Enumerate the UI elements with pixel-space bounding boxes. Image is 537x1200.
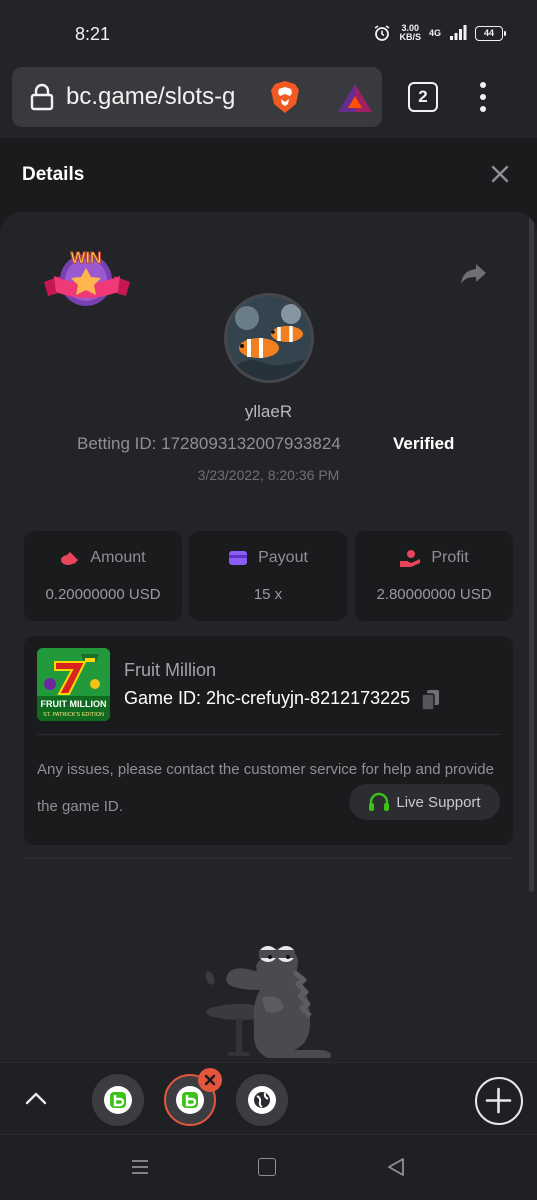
globe-icon bbox=[248, 1086, 276, 1114]
game-thumbnail[interactable]: FRUIT MILLION ST. PATRICK'S EDITION bbox=[37, 648, 110, 721]
page-title: Details bbox=[22, 164, 85, 185]
verified-link[interactable]: Verified bbox=[393, 434, 454, 454]
stat-profit: Profit 2.80000000 USD bbox=[355, 531, 513, 621]
address-bar[interactable]: bc.game/slots-g bbox=[12, 67, 382, 127]
win-badge-text: WIN bbox=[70, 250, 101, 267]
thumb-subtitle: ST. PATRICK'S EDITION bbox=[43, 712, 104, 718]
live-support-button[interactable]: Live Support bbox=[349, 784, 500, 820]
chevron-up-icon bbox=[25, 1092, 47, 1105]
battery-icon: 44 bbox=[475, 25, 506, 41]
more-menu-button[interactable] bbox=[476, 82, 490, 112]
bet-details-card: WIN yllaeR Betting ID: 17280931320079338… bbox=[0, 212, 537, 1062]
stat-profit-label: Profit bbox=[431, 549, 469, 566]
status-bar: 8:21 3.00 KB/S 4G 44 bbox=[0, 0, 537, 66]
status-icons: 3.00 KB/S 4G 44 bbox=[373, 24, 506, 42]
home-button[interactable] bbox=[258, 1158, 276, 1176]
new-tab-button[interactable] bbox=[475, 1077, 523, 1125]
plus-icon bbox=[485, 1087, 512, 1114]
brave-shield-icon[interactable] bbox=[268, 79, 302, 120]
divider bbox=[37, 734, 500, 735]
close-icon bbox=[491, 165, 509, 183]
share-button[interactable] bbox=[460, 262, 488, 291]
coins-icon bbox=[61, 552, 79, 565]
browser-toolbar: bc.game/slots-g 2 bbox=[0, 66, 537, 138]
divider bbox=[24, 857, 513, 859]
stat-payout-header: Payout bbox=[189, 549, 347, 567]
betting-id: Betting ID: 1728093132007933824 bbox=[77, 434, 341, 453]
close-button[interactable] bbox=[488, 162, 512, 186]
scrollbar[interactable] bbox=[529, 212, 534, 892]
back-button[interactable] bbox=[386, 1157, 406, 1182]
tab-bar bbox=[0, 1062, 537, 1134]
stat-amount: Amount 0.20000000 USD bbox=[24, 531, 182, 621]
tab-bcgame-1[interactable] bbox=[92, 1074, 144, 1126]
headset-icon bbox=[369, 792, 390, 811]
live-support-label: Live Support bbox=[396, 793, 481, 811]
fruit-million-thumbnail-image: FRUIT MILLION ST. PATRICK'S EDITION bbox=[37, 648, 110, 721]
bcgame-favicon-icon bbox=[176, 1086, 204, 1114]
stat-amount-header: Amount bbox=[24, 549, 182, 567]
stat-payout-label: Payout bbox=[258, 549, 308, 566]
net-speed-unit: KB/S bbox=[399, 32, 421, 42]
stat-profit-header: Profit bbox=[355, 549, 513, 567]
stat-amount-value: 0.20000000 USD bbox=[45, 586, 161, 603]
username: yllaeR bbox=[244, 402, 293, 421]
wallet-icon bbox=[229, 551, 248, 565]
close-icon bbox=[204, 1074, 216, 1086]
avatar bbox=[224, 293, 314, 383]
tab-web[interactable] bbox=[236, 1074, 288, 1126]
expand-tabs-button[interactable] bbox=[24, 1087, 48, 1116]
bcgame-favicon-icon bbox=[104, 1086, 132, 1114]
status-time: 8:21 bbox=[75, 24, 111, 44]
recents-button[interactable] bbox=[130, 1157, 150, 1182]
copy-button[interactable] bbox=[421, 689, 441, 716]
bet-timestamp: 3/23/2022, 8:20:36 PM bbox=[197, 467, 340, 483]
stat-amount-label: Amount bbox=[90, 549, 146, 566]
hand-coin-icon bbox=[400, 550, 421, 567]
win-badge: WIN bbox=[42, 242, 132, 319]
stat-payout-value: 15 x bbox=[253, 586, 283, 603]
net-speed: 3.00 KB/S bbox=[399, 24, 421, 42]
crocodile-mascot-illustration bbox=[198, 932, 338, 1062]
alarm-icon bbox=[373, 24, 391, 42]
clownfish-avatar-image bbox=[227, 296, 311, 380]
bat-rewards-icon[interactable] bbox=[337, 83, 373, 118]
share-icon bbox=[461, 264, 486, 284]
game-id: Game ID: 2hc-crefuyjn-8212173225 bbox=[124, 688, 411, 708]
signal-icon bbox=[449, 25, 467, 41]
network-type: 4G bbox=[428, 28, 441, 38]
close-tab-button[interactable] bbox=[198, 1068, 222, 1092]
system-nav-bar bbox=[0, 1134, 537, 1200]
game-name[interactable]: Fruit Million bbox=[124, 660, 216, 681]
stat-payout: Payout 15 x bbox=[189, 531, 347, 621]
stat-profit-value: 2.80000000 USD bbox=[376, 586, 492, 603]
copy-icon bbox=[421, 690, 439, 711]
thumb-title: FRUIT MILLION bbox=[41, 699, 107, 709]
game-info-box: FRUIT MILLION ST. PATRICK'S EDITION Frui… bbox=[24, 636, 513, 845]
back-triangle-icon bbox=[388, 1158, 404, 1176]
url-text[interactable]: bc.game/slots-g bbox=[66, 83, 256, 111]
menu-lines-icon bbox=[132, 1160, 148, 1174]
lock-icon bbox=[30, 83, 54, 116]
tab-switcher-button[interactable]: 2 bbox=[408, 82, 438, 112]
